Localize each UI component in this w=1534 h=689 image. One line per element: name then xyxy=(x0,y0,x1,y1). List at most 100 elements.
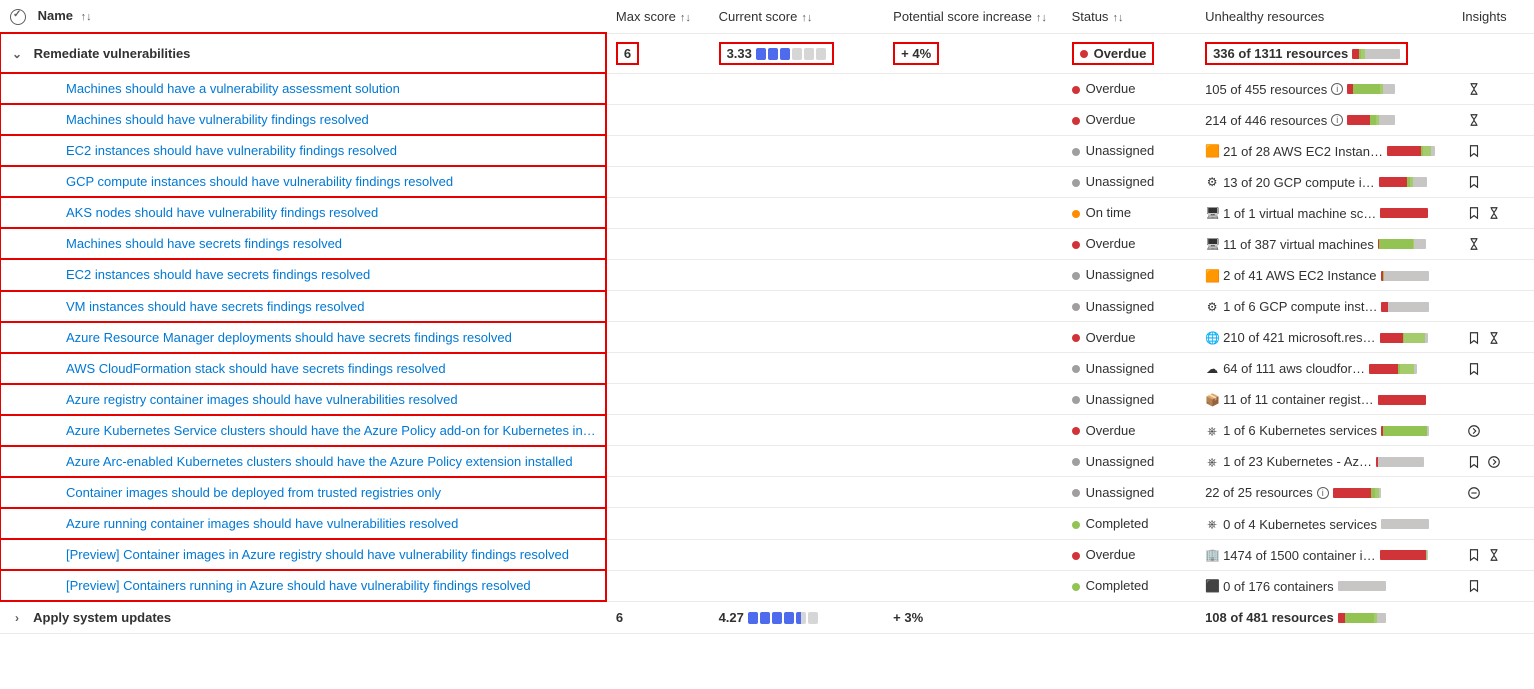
select-all-icon[interactable] xyxy=(10,9,26,25)
recommendation-link[interactable]: VM instances should have secrets finding… xyxy=(66,299,364,314)
recommendation-link[interactable]: Azure Resource Manager deployments shoul… xyxy=(66,330,512,345)
table-row[interactable]: Azure registry container images should h… xyxy=(0,384,1534,415)
info-icon[interactable]: i xyxy=(1317,487,1329,499)
insights-cell xyxy=(1452,322,1534,353)
header-potential-increase[interactable]: Potential score increase↑↓ xyxy=(883,0,1061,33)
header-name[interactable]: Name ↑↓ xyxy=(0,0,606,33)
recommendation-link[interactable]: AKS nodes should have vulnerability find… xyxy=(66,205,378,220)
table-row[interactable]: Machines should have secrets findings re… xyxy=(0,228,1534,259)
table-row[interactable]: Machines should have vulnerability findi… xyxy=(0,104,1534,135)
unhealthy-cell: 🖥1 of 1 virtual machine sc… xyxy=(1195,197,1452,228)
status-cell: Unassigned xyxy=(1062,353,1196,384)
bookmark-icon[interactable] xyxy=(1466,578,1482,594)
hourglass-icon[interactable] xyxy=(1466,81,1482,97)
sort-icon[interactable]: ↑↓ xyxy=(81,11,92,23)
bookmark-icon[interactable] xyxy=(1466,360,1482,376)
recommendation-name-cell[interactable]: Machines should have a vulnerability ass… xyxy=(0,73,606,104)
table-row[interactable]: [Preview] Container images in Azure regi… xyxy=(0,539,1534,570)
header-max-score[interactable]: Max score↑↓ xyxy=(606,0,709,33)
hourglass-icon[interactable] xyxy=(1486,547,1502,563)
sort-icon[interactable]: ↑↓ xyxy=(1112,12,1123,24)
recommendation-link[interactable]: [Preview] Containers running in Azure sh… xyxy=(66,578,531,593)
table-row[interactable]: [Preview] Containers running in Azure sh… xyxy=(0,570,1534,601)
info-icon[interactable]: i xyxy=(1331,83,1343,95)
recommendation-name-cell[interactable]: EC2 instances should have secrets findin… xyxy=(0,259,606,290)
recommendation-link[interactable]: Azure Arc-enabled Kubernetes clusters sh… xyxy=(66,454,573,469)
table-row[interactable]: Azure Resource Manager deployments shoul… xyxy=(0,322,1534,353)
recommendation-name-cell[interactable]: VM instances should have secrets finding… xyxy=(0,291,606,322)
table-row[interactable]: EC2 instances should have vulnerability … xyxy=(0,135,1534,166)
recommendation-name-cell[interactable]: Container images should be deployed from… xyxy=(0,477,606,508)
group-status-cell: Overdue xyxy=(1062,33,1196,73)
recommendation-link[interactable]: Azure running container images should ha… xyxy=(66,516,458,531)
recommendation-name-cell[interactable]: [Preview] Containers running in Azure sh… xyxy=(0,570,606,601)
group-remediate-row[interactable]: ⌄ Remediate vulnerabilities 6 3.33 + 4% … xyxy=(0,33,1534,73)
chevron-right-icon[interactable]: › xyxy=(10,611,24,625)
minus-icon[interactable] xyxy=(1466,484,1482,500)
recommendation-name-cell[interactable]: GCP compute instances should have vulner… xyxy=(0,166,606,197)
group2-unhealthy-cell: 108 of 481 resources xyxy=(1195,601,1452,633)
header-current-score[interactable]: Current score↑↓ xyxy=(709,0,884,33)
table-row[interactable]: Azure Arc-enabled Kubernetes clusters sh… xyxy=(0,446,1534,477)
recommendation-name-cell[interactable]: Azure Kubernetes Service clusters should… xyxy=(0,415,606,446)
table-row[interactable]: AWS CloudFormation stack should have sec… xyxy=(0,353,1534,384)
table-row[interactable]: GCP compute instances should have vulner… xyxy=(0,166,1534,197)
hourglass-icon[interactable] xyxy=(1486,329,1502,345)
status-cell: Completed xyxy=(1062,570,1196,601)
recommendation-link[interactable]: Machines should have secrets findings re… xyxy=(66,236,342,251)
recommendation-link[interactable]: AWS CloudFormation stack should have sec… xyxy=(66,361,446,376)
table-row[interactable]: VM instances should have secrets finding… xyxy=(0,291,1534,322)
bookmark-icon[interactable] xyxy=(1466,453,1482,469)
bookmark-icon[interactable] xyxy=(1466,547,1482,563)
table-row[interactable]: Container images should be deployed from… xyxy=(0,477,1534,508)
recommendation-link[interactable]: EC2 instances should have secrets findin… xyxy=(66,267,370,282)
recommendation-link[interactable]: Container images should be deployed from… xyxy=(66,485,441,500)
recommendation-name-cell[interactable]: Azure registry container images should h… xyxy=(0,384,606,415)
info-icon[interactable]: i xyxy=(1331,114,1343,126)
sort-icon[interactable]: ↑↓ xyxy=(680,12,691,24)
group-name-cell[interactable]: ⌄ Remediate vulnerabilities xyxy=(0,33,606,73)
table-row[interactable]: Machines should have a vulnerability ass… xyxy=(0,73,1534,104)
table-row[interactable]: AKS nodes should have vulnerability find… xyxy=(0,197,1534,228)
unhealthy-cell: 🟧2 of 41 AWS EC2 Instance xyxy=(1195,259,1452,290)
group-apply-updates-row[interactable]: › Apply system updates 6 4.27 + 3% 108 o… xyxy=(0,601,1534,633)
recommendation-link[interactable]: Machines should have a vulnerability ass… xyxy=(66,81,400,96)
table-row[interactable]: Azure running container images should ha… xyxy=(0,508,1534,539)
recommendation-name-cell[interactable]: AKS nodes should have vulnerability find… xyxy=(0,197,606,228)
recommendation-name-cell[interactable]: Machines should have vulnerability findi… xyxy=(0,104,606,135)
hourglass-icon[interactable] xyxy=(1466,112,1482,128)
cont-icon: ⬛ xyxy=(1205,579,1219,593)
recommendation-link[interactable]: Azure Kubernetes Service clusters should… xyxy=(66,423,596,438)
bookmark-icon[interactable] xyxy=(1466,174,1482,190)
recommendation-name-cell[interactable]: Azure Arc-enabled Kubernetes clusters sh… xyxy=(0,446,606,477)
hourglass-icon[interactable] xyxy=(1466,236,1482,252)
group2-name-cell[interactable]: › Apply system updates xyxy=(0,601,606,633)
recommendation-name-cell[interactable]: Machines should have secrets findings re… xyxy=(0,228,606,259)
sort-icon[interactable]: ↑↓ xyxy=(801,12,812,24)
bookmark-icon[interactable] xyxy=(1466,143,1482,159)
bookmark-icon[interactable] xyxy=(1466,329,1482,345)
recommendation-link[interactable]: Azure registry container images should h… xyxy=(66,392,458,407)
recommendation-name-cell[interactable]: AWS CloudFormation stack should have sec… xyxy=(0,353,606,384)
recommendation-name-cell[interactable]: EC2 instances should have vulnerability … xyxy=(0,135,606,166)
circlechev-icon[interactable] xyxy=(1466,422,1482,438)
recommendation-name-cell[interactable]: [Preview] Container images in Azure regi… xyxy=(0,539,606,570)
recommendation-name-cell[interactable]: Azure Resource Manager deployments shoul… xyxy=(0,322,606,353)
chevron-down-icon[interactable]: ⌄ xyxy=(10,47,24,61)
sort-icon[interactable]: ↑↓ xyxy=(1036,12,1047,24)
status-dot xyxy=(1072,241,1080,249)
status-cell: Overdue xyxy=(1062,539,1196,570)
unhealthy-cell: 🖥11 of 387 virtual machines xyxy=(1195,228,1452,259)
table-row[interactable]: Azure Kubernetes Service clusters should… xyxy=(0,415,1534,446)
circlechev-icon[interactable] xyxy=(1486,453,1502,469)
recommendation-link[interactable]: GCP compute instances should have vulner… xyxy=(66,174,453,189)
hourglass-icon[interactable] xyxy=(1486,205,1502,221)
bookmark-icon[interactable] xyxy=(1466,205,1482,221)
recommendation-link[interactable]: EC2 instances should have vulnerability … xyxy=(66,143,397,158)
recommendation-name-cell[interactable]: Azure running container images should ha… xyxy=(0,508,606,539)
recommendation-link[interactable]: Machines should have vulnerability findi… xyxy=(66,112,369,127)
header-status[interactable]: Status↑↓ xyxy=(1062,0,1196,33)
recommendation-link[interactable]: [Preview] Container images in Azure regi… xyxy=(66,547,569,562)
arm-icon: 🌐 xyxy=(1205,331,1219,345)
table-row[interactable]: EC2 instances should have secrets findin… xyxy=(0,259,1534,290)
